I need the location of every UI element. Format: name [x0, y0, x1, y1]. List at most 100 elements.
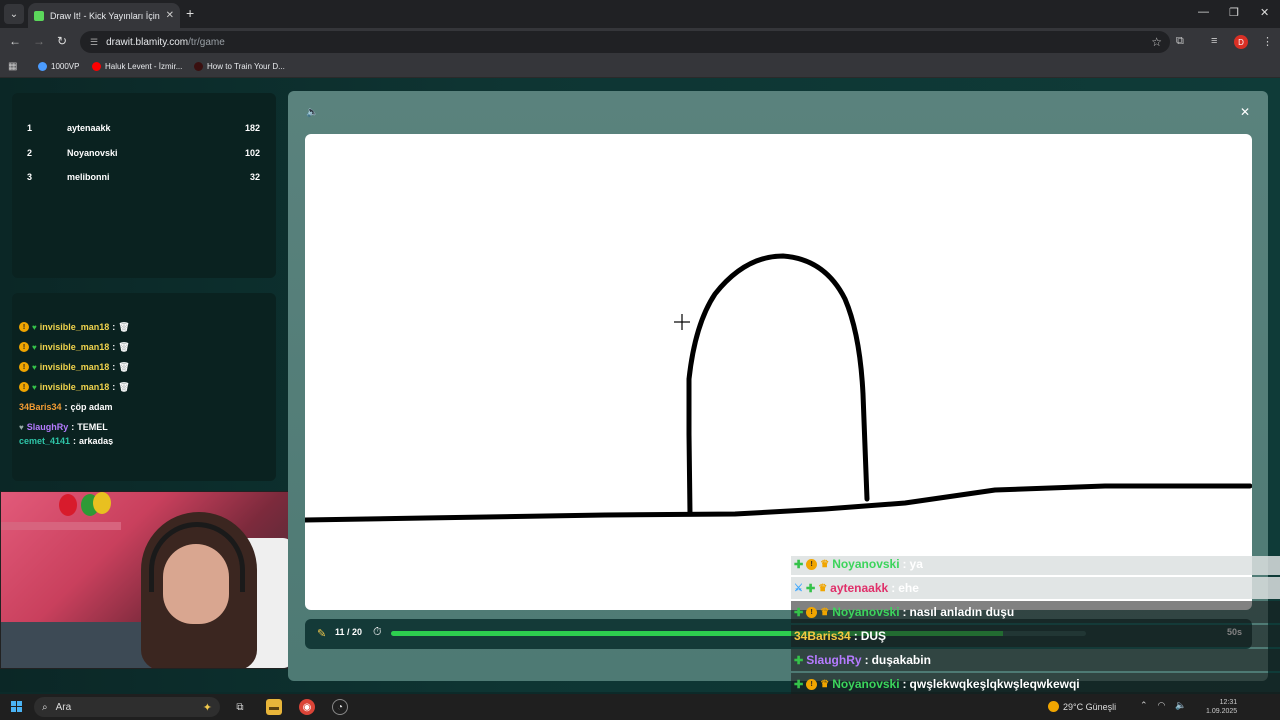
webcam-feed [0, 491, 296, 669]
close-window-button[interactable]: ✕ [1260, 6, 1269, 19]
profile-avatar[interactable]: D [1234, 35, 1248, 49]
tab-title: Draw It! - Kick Yayınları İçin Çiz... [50, 10, 160, 21]
overlay-chat-text: ehe [898, 581, 919, 595]
pencil-icon: ✎ [317, 628, 327, 640]
task-view-icon[interactable]: ⧉ [232, 699, 248, 715]
bookmark-item[interactable]: How to Train Your D... [194, 62, 285, 71]
chat-separator: : [112, 382, 116, 392]
overlay-chat-separator: : [902, 605, 907, 619]
chat-text: 🗑 [118, 341, 130, 352]
leaderboard-score: 32 [249, 172, 260, 182]
leaderboard-rank: 1 [27, 123, 33, 133]
tab-close-icon[interactable]: ✕ [166, 10, 174, 21]
reload-icon[interactable]: ↻ [57, 34, 67, 48]
gift-badge-icon: ✚ [805, 582, 816, 595]
drawn-stroke-ground [305, 483, 1252, 523]
taskbar-search[interactable]: ⌕ Ara ✦ [34, 697, 220, 717]
overlay-chat-message: ⚔ ✚ ♛ aytenaakk : ehe [791, 577, 1280, 599]
chat-separator: : [112, 342, 116, 352]
app-icon[interactable]: ◔ [332, 699, 348, 715]
leaderboard-row: 2 Noyanovski 102 [12, 148, 276, 173]
chat-message: ! ♥ invisible_man18: 🗑 [12, 377, 276, 397]
overlay-chat-username: Noyanovski [832, 557, 900, 571]
leaderboard-rank: 2 [27, 147, 33, 158]
gift-badge-icon: ♥ [32, 342, 37, 352]
bookmarks-bar: ▦ 1000VP Haluk Levent - İzmir... How to … [0, 56, 1280, 78]
leaderboard-rank: 3 [27, 172, 33, 182]
minimize-button[interactable]: — [1198, 6, 1209, 18]
overlay-chat-message: ✚ SlaughRy : duşakabin [791, 649, 1280, 671]
gift-badge-icon: ♥ [32, 322, 37, 332]
og-badge-icon: ! [19, 382, 29, 392]
crown-badge-icon: ♛ [820, 558, 830, 570]
restore-button[interactable]: ❐ [1229, 6, 1239, 19]
site-info-icon[interactable]: ☰ [90, 37, 98, 48]
overlay-chat-username: SlaughRy [806, 653, 862, 667]
close-icon[interactable]: ✕ [1240, 105, 1250, 119]
og-badge-icon: ! [19, 322, 29, 332]
chrome-icon[interactable]: ◉ [299, 699, 315, 715]
extensions-icon[interactable]: ⧉ [1176, 35, 1184, 48]
back-arrow-icon[interactable]: ← [9, 34, 21, 48]
chat-username: cemet_4141 [19, 437, 71, 445]
drawing-canvas[interactable] [305, 134, 1252, 610]
overlay-chat-username: Noyanovski [832, 605, 900, 619]
chat-message: ♥ SlaughRy: TEMEL [12, 417, 276, 437]
bookmark-favicon-icon [194, 62, 203, 71]
system-tray: ⌃ ◠ 🔈 [1140, 700, 1187, 711]
overlay-chat-separator: : [902, 677, 907, 691]
chat-separator: : [112, 322, 116, 332]
gift-badge-icon: ✚ [794, 558, 804, 571]
volume-icon[interactable]: 🔈 [1175, 700, 1186, 711]
chat-separator: : [64, 402, 68, 412]
overlay-chat-message: ✚! ♛ Noyanovski : ya [791, 556, 1280, 575]
timer-icon: ⏱ [373, 626, 382, 638]
overlay-chat-separator: : [902, 557, 907, 571]
crosshair-cursor-icon [674, 314, 690, 330]
clock[interactable]: 12:31 1.09.2025 [1206, 698, 1237, 716]
file-explorer-icon[interactable]: ▬ [266, 699, 282, 715]
chat-text: 🗑 [118, 321, 130, 332]
overlay-chat-text: duşakabin [871, 653, 931, 667]
bookmark-item[interactable]: Haluk Levent - İzmir... [92, 62, 182, 71]
windows-start-icon[interactable] [11, 701, 22, 712]
bookmark-label: Haluk Levent - İzmir... [105, 62, 183, 71]
og-badge-icon: ! [806, 558, 818, 570]
search-placeholder: Ara [55, 701, 72, 713]
moderator-badge-icon: ⚔ [794, 582, 803, 594]
overlay-chat-message: ✚! ♛ Noyanovski : nasıl anladın duşu [791, 601, 1280, 623]
wifi-icon[interactable]: ◠ [1158, 700, 1166, 711]
forward-arrow-icon[interactable]: → [33, 34, 45, 48]
tab-search-button[interactable]: ⌄ [4, 4, 24, 24]
chat-separator: : [73, 437, 77, 445]
apps-grid-icon[interactable]: ▦ [8, 61, 17, 72]
reading-list-icon[interactable]: ≡ [1211, 35, 1217, 47]
address-bar[interactable]: ☰ drawit.blamity.com/tr/game ☆ [80, 31, 1170, 53]
overlay-chat-text: ya [909, 557, 923, 571]
og-badge-icon: ! [806, 678, 818, 690]
chat-text: 🗑 [118, 381, 130, 392]
active-tab[interactable]: Draw It! - Kick Yayınları İçin Çiz... ✕ [28, 3, 180, 28]
chat-message: ! ♥ invisible_man18: 🗑 [12, 317, 276, 337]
chat-panel: ! ♥ invisible_man18: 🗑! ♥ invisible_man18: 🗑! ♥… [12, 293, 276, 481]
bookmark-star-icon[interactable]: ☆ [1151, 35, 1162, 49]
browser-toolbar: ← → ↻ ☰ drawit.blamity.com/tr/game ☆ ⧉ ≡… [0, 28, 1280, 56]
tab-favicon-icon [34, 10, 44, 21]
gift-badge-icon: ✚ [794, 654, 804, 667]
tray-chevron-icon[interactable]: ⌃ [1140, 700, 1148, 711]
sound-icon[interactable]: 🔈 [306, 107, 318, 118]
overlay-chat-text: qwşlekwqkeşlqkwşleqwkewqi [909, 677, 1080, 691]
browser-menu-icon[interactable]: ⋮ [1262, 35, 1273, 48]
bookmark-item[interactable]: 1000VP [38, 62, 79, 71]
gift-badge-icon: ✚ [794, 606, 804, 619]
youtube-icon [92, 62, 101, 71]
new-tab-button[interactable]: + [186, 5, 194, 21]
weather-widget[interactable]: 29°C Güneşli [1048, 701, 1116, 712]
search-icon: ⌕ [42, 701, 48, 713]
leaderboard-score: 102 [244, 147, 260, 158]
bookmark-label: 1000VP [51, 62, 80, 71]
leaderboard-row: 3 melibonni 32 [12, 172, 276, 197]
overlay-chat-text: nasıl anladın duşu [909, 605, 1015, 619]
chat-username: invisible_man18 [39, 382, 110, 392]
gift-badge-icon: ♥ [32, 362, 37, 372]
